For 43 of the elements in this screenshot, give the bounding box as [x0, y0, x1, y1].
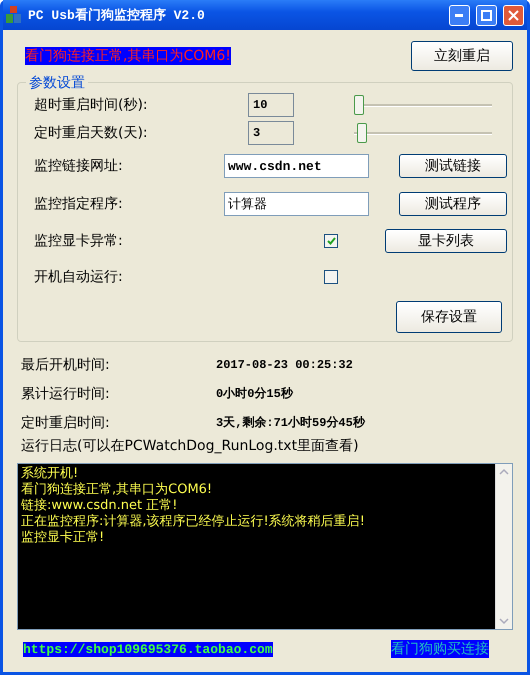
- input-field[interactable]: 计算器: [224, 192, 369, 216]
- log-line: 看门狗连接正常,其串口为COM6!: [21, 482, 214, 498]
- info-label: 最后开机时间:: [21, 356, 111, 374]
- checkbox[interactable]: [324, 234, 338, 248]
- status-message: 看门狗连接正常,其串口为COM6!: [25, 47, 231, 65]
- window-title: PC Usb看门狗监控程序 V2.0: [28, 6, 206, 24]
- setting-label: 监控指定程序:: [34, 195, 124, 213]
- log-title: 运行日志(可以在PCWatchDog_RunLog.txt里面查看): [20, 437, 360, 455]
- minimize-button[interactable]: [449, 4, 470, 26]
- checkbox[interactable]: [324, 270, 338, 284]
- maximize-button[interactable]: [476, 4, 497, 26]
- info-value: 3天,剩余:71小时59分45秒: [216, 414, 366, 431]
- slider-thumb[interactable]: [354, 95, 364, 115]
- info-value: 2017-08-23 00:25:32: [216, 358, 354, 372]
- slider-thumb[interactable]: [356, 123, 367, 143]
- log-line: 正在监控程序:计算器,该程序已经停止运行!系统将稍后重启!: [21, 514, 366, 530]
- setting-label: 监控显卡异常:: [34, 232, 124, 250]
- restart-button[interactable]: 立刻重启: [411, 41, 513, 71]
- log-line: 监控显卡正常!: [21, 530, 106, 546]
- app-icon: [6, 6, 22, 24]
- list-button[interactable]: 显卡列表: [385, 229, 507, 253]
- shop-link[interactable]: https://shop109695376.taobao.com: [23, 642, 273, 656]
- setting-label: 超时重启时间(秒):: [34, 96, 149, 114]
- setting-label: 监控链接网址:: [34, 157, 124, 175]
- value-display: 10: [248, 93, 294, 117]
- log-line: 链接:www.csdn.net 正常!: [21, 498, 178, 514]
- test-button[interactable]: 测试程序: [399, 192, 507, 216]
- save-button[interactable]: 保存设置: [396, 301, 502, 333]
- log-line: 系统开机!: [21, 466, 80, 482]
- info-label: 累计运行时间:: [21, 384, 111, 402]
- buy-link[interactable]: 看门狗购买连接: [391, 640, 489, 658]
- group-title: 参数设置: [26, 74, 88, 92]
- close-icon: [508, 10, 519, 20]
- minimize-icon: [455, 14, 464, 16]
- info-value: 0小时0分15秒: [216, 386, 294, 402]
- maximize-icon: [481, 10, 492, 20]
- setting-label: 开机自动运行:: [34, 268, 124, 286]
- test-button[interactable]: 测试链接: [399, 154, 507, 178]
- value-display: 3: [248, 121, 294, 145]
- setting-label: 定时重启天数(天):: [34, 124, 149, 142]
- close-button[interactable]: [503, 4, 524, 26]
- input-field[interactable]: www.csdn.net: [224, 154, 369, 178]
- info-label: 定时重启时间:: [21, 414, 111, 432]
